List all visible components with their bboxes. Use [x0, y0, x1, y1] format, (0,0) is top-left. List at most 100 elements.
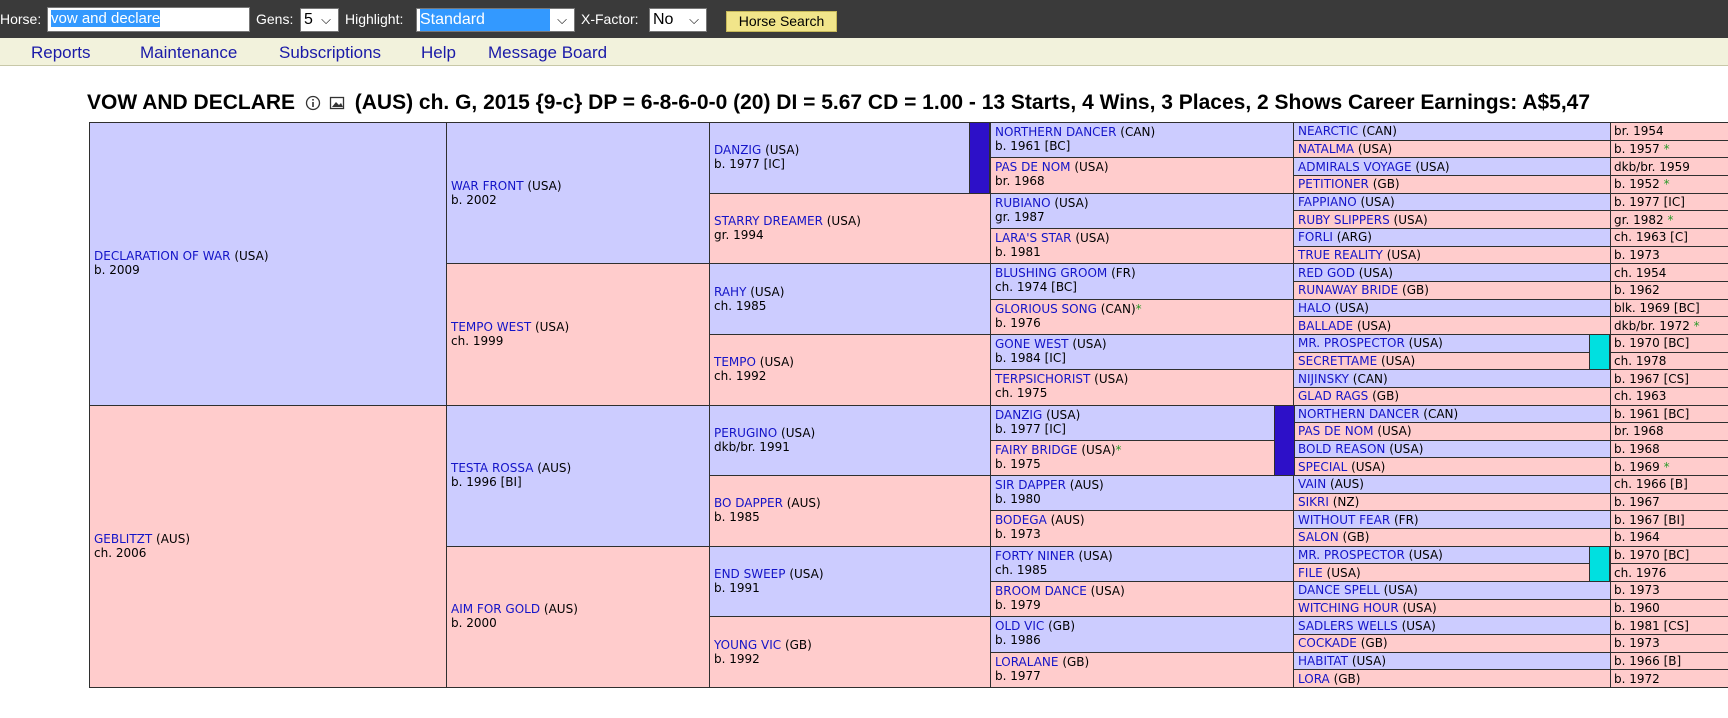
- info-icon[interactable]: [305, 95, 321, 111]
- pedigree-cell: BROOM DANCE (USA) b. 1979: [990, 581, 1294, 618]
- pedigree-entry: YOUNG VIC (GB) b. 1992: [714, 638, 812, 666]
- pedigree-cell: YOUNG VIC (GB) b. 1992: [709, 616, 991, 688]
- horse-country: (USA): [1404, 548, 1443, 563]
- horse-link[interactable]: TEMPO WEST: [451, 320, 531, 334]
- menu-reports[interactable]: Reports: [31, 43, 91, 63]
- horse-link[interactable]: RUBIANO: [995, 196, 1051, 210]
- horse-link[interactable]: ADMIRALS VOYAGE: [1298, 160, 1412, 174]
- horse-link[interactable]: PERUGINO: [714, 426, 777, 440]
- horse-link[interactable]: BALLADE: [1298, 319, 1353, 333]
- horse-info-cell: b. 1960: [1610, 598, 1728, 618]
- horse-link[interactable]: DANZIG: [995, 408, 1042, 422]
- search-toolbar: Horse: vow and declare Gens: 5 ⌵ Highligh…: [0, 0, 1728, 38]
- horse-link[interactable]: RAHY: [714, 285, 746, 299]
- horse-link[interactable]: SALON: [1298, 530, 1339, 544]
- horse-link[interactable]: GEBLITZT: [94, 532, 152, 546]
- horse-link[interactable]: TERPSICHORIST: [995, 372, 1090, 386]
- horse-info: b. 1977 [IC]: [714, 157, 785, 172]
- horse-link[interactable]: SECRETTAME: [1298, 354, 1377, 368]
- horse-link[interactable]: TRUE REALITY: [1298, 248, 1383, 262]
- horse-label: Horse:: [0, 11, 42, 27]
- pedigree-entry: FORTY NINER (USA) ch. 1985: [995, 549, 1113, 577]
- pedigree-entry: SADLERS WELLS (USA): [1298, 619, 1436, 633]
- horse-country: (USA): [1070, 160, 1109, 175]
- horse-link[interactable]: DANZIG: [714, 143, 761, 157]
- horse-link[interactable]: GLAD RAGS: [1298, 389, 1368, 403]
- horse-link[interactable]: YOUNG VIC: [714, 638, 781, 652]
- horse-link[interactable]: LORA: [1298, 672, 1330, 686]
- horse-link[interactable]: TEMPO: [714, 355, 756, 369]
- horse-link[interactable]: LORALANE: [995, 655, 1059, 669]
- horse-link[interactable]: DANCE SPELL: [1298, 583, 1380, 597]
- gens-select[interactable]: 5 ⌵: [300, 8, 339, 32]
- menu-subscriptions[interactable]: Subscriptions: [279, 43, 381, 63]
- horse-link[interactable]: BLUSHING GROOM: [995, 266, 1107, 280]
- pedigree-cell: DECLARATION OF WAR (USA) b. 2009: [89, 122, 447, 406]
- horse-link[interactable]: AIM FOR GOLD: [451, 602, 540, 616]
- horse-search-button[interactable]: Horse Search: [726, 11, 837, 32]
- pedigree-cell: LORALANE (GB) b. 1977: [990, 651, 1294, 688]
- horse-link[interactable]: RUBY SLIPPERS: [1298, 213, 1390, 227]
- horse-link[interactable]: HABITAT: [1298, 654, 1348, 668]
- horse-link[interactable]: DECLARATION OF WAR: [94, 249, 231, 263]
- horse-link[interactable]: FAPPIANO: [1298, 195, 1357, 209]
- horse-link[interactable]: WITCHING HOUR: [1298, 601, 1399, 615]
- horse-link[interactable]: SPECIAL: [1298, 460, 1347, 474]
- horse-link[interactable]: PAS DE NOM: [1298, 424, 1374, 438]
- pedigree-entry: DECLARATION OF WAR (USA) b. 2009: [94, 249, 269, 277]
- highlight-select[interactable]: Standard ⌵: [416, 8, 575, 32]
- horse-link[interactable]: WITHOUT FEAR: [1298, 513, 1390, 527]
- horse-link[interactable]: OLD VIC: [995, 619, 1044, 633]
- horse-link[interactable]: PETITIONER: [1298, 177, 1369, 191]
- horse-link[interactable]: HALO: [1298, 301, 1331, 315]
- horse-link[interactable]: STARRY DREAMER: [714, 214, 823, 228]
- pedigree-entry: BROOM DANCE (USA) b. 1979: [995, 584, 1125, 612]
- horse-link[interactable]: FORLI: [1298, 230, 1333, 244]
- horse-info: b. 1968: [1614, 442, 1660, 457]
- horse-link[interactable]: NEARCTIC: [1298, 124, 1358, 138]
- horse-link[interactable]: NATALMA: [1298, 142, 1354, 156]
- horse-input[interactable]: vow and declare: [47, 7, 250, 32]
- pedigree-cell: RUNAWAY BRIDE (GB): [1293, 280, 1611, 300]
- pedigree-cell: BODEGA (AUS) b. 1973: [990, 510, 1294, 547]
- horse-link[interactable]: WAR FRONT: [451, 179, 524, 193]
- horse-link[interactable]: SADLERS WELLS: [1298, 619, 1398, 633]
- pedigree-cell: FORTY NINER (USA) ch. 1985: [990, 545, 1294, 583]
- horse-link[interactable]: TESTA ROSSA: [451, 461, 533, 475]
- menu-message-board[interactable]: Message Board: [488, 43, 607, 63]
- dosage-star: *: [1659, 177, 1670, 192]
- horse-country: (USA): [1068, 336, 1107, 351]
- xfactor-select[interactable]: No ⌵: [649, 8, 707, 32]
- horse-link[interactable]: COCKADE: [1298, 636, 1357, 650]
- horse-link[interactable]: BOLD REASON: [1298, 442, 1385, 456]
- horse-info: b. 2002: [451, 192, 497, 207]
- image-icon[interactable]: [329, 95, 345, 111]
- horse-link[interactable]: RUNAWAY BRIDE: [1298, 283, 1398, 297]
- horse-link[interactable]: FAIRY BRIDGE: [995, 443, 1078, 457]
- horse-link[interactable]: BO DAPPER: [714, 496, 783, 510]
- horse-link[interactable]: VAIN: [1298, 477, 1326, 491]
- horse-link[interactable]: RED GOD: [1298, 266, 1355, 280]
- horse-link[interactable]: SIKRI: [1298, 495, 1329, 509]
- horse-link[interactable]: BODEGA: [995, 513, 1047, 527]
- horse-link[interactable]: LARA'S STAR: [995, 231, 1072, 245]
- menu-maintenance[interactable]: Maintenance: [140, 43, 237, 63]
- horse-link[interactable]: FILE: [1298, 566, 1323, 580]
- horse-link[interactable]: PAS DE NOM: [995, 160, 1071, 174]
- horse-link[interactable]: GONE WEST: [995, 337, 1069, 351]
- horse-link[interactable]: FORTY NINER: [995, 549, 1075, 563]
- horse-country: (USA): [1356, 194, 1395, 209]
- horse-link[interactable]: NIJINSKY: [1298, 372, 1349, 386]
- horse-info-cell: ch. 1963: [1610, 386, 1728, 406]
- horse-link[interactable]: SIR DAPPER: [995, 478, 1066, 492]
- horse-link[interactable]: MR. PROSPECTOR: [1298, 336, 1405, 350]
- horse-link[interactable]: NORTHERN DANCER: [995, 125, 1116, 139]
- horse-link[interactable]: NORTHERN DANCER: [1298, 407, 1419, 421]
- horse-link[interactable]: END SWEEP: [714, 567, 786, 581]
- horse-link[interactable]: BROOM DANCE: [995, 584, 1087, 598]
- dosage-star: *: [1659, 141, 1670, 156]
- horse-link[interactable]: GLORIOUS SONG: [995, 302, 1097, 316]
- horse-country: (USA): [1389, 212, 1428, 227]
- menu-help[interactable]: Help: [421, 43, 456, 63]
- horse-link[interactable]: MR. PROSPECTOR: [1298, 548, 1405, 562]
